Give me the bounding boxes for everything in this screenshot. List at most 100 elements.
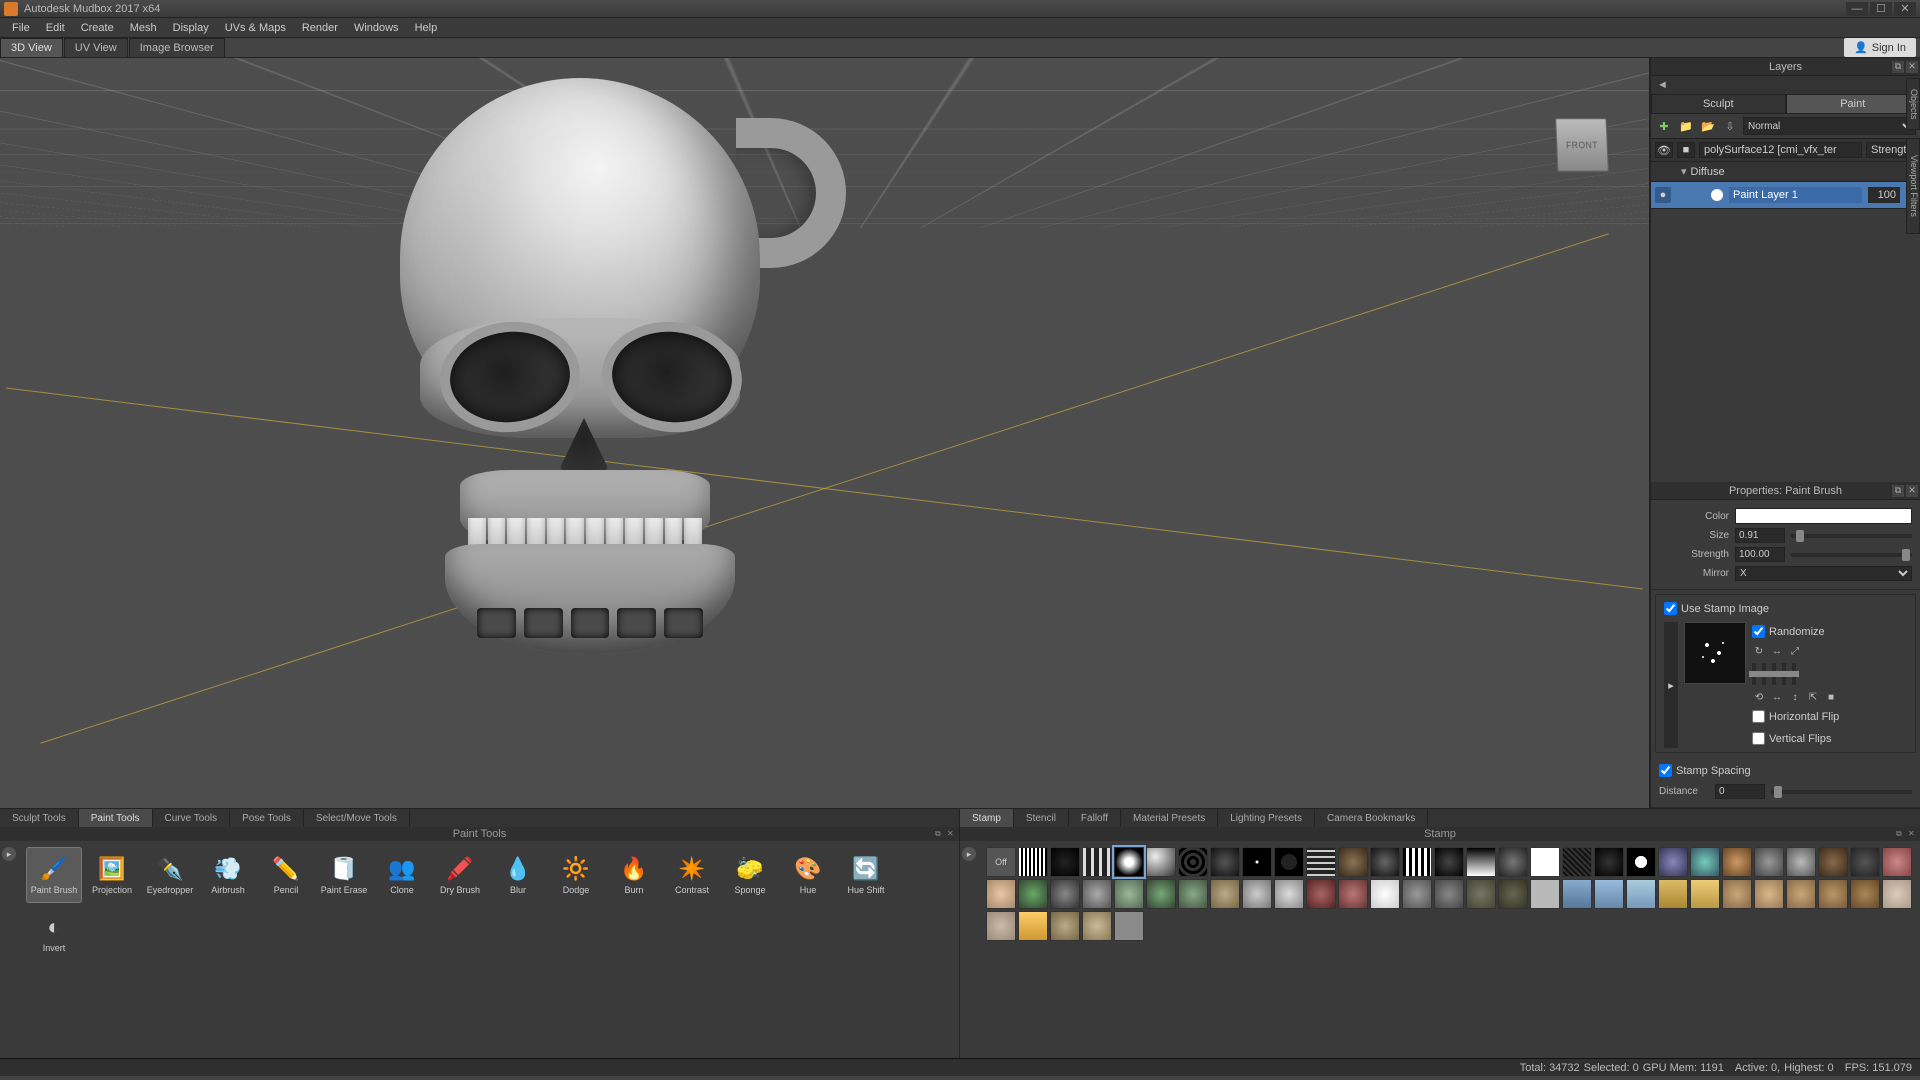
side-tab-objects[interactable]: Objects xyxy=(1906,78,1920,130)
stamp-thumb-14[interactable] xyxy=(1434,847,1464,877)
tab-3d-view[interactable]: 3D View xyxy=(0,38,63,57)
stamp-thumb-55[interactable] xyxy=(1818,879,1848,909)
stamp-thumb-48[interactable] xyxy=(1594,879,1624,909)
stamp-thumb-12[interactable] xyxy=(1370,847,1400,877)
tray-close-icon[interactable]: ✕ xyxy=(947,829,957,839)
size-slider[interactable] xyxy=(1791,534,1912,538)
rotate-icon[interactable]: ↻ xyxy=(1752,644,1766,658)
stamp-thumb-37[interactable] xyxy=(1242,879,1272,909)
mirror-select[interactable]: X xyxy=(1735,566,1912,581)
export-stamp-icon[interactable]: ⇱ xyxy=(1806,690,1820,704)
stamp-thumb-62[interactable] xyxy=(1114,911,1144,941)
stamp-thumb-28[interactable] xyxy=(1882,847,1912,877)
tool-pencil[interactable]: ✏️Pencil xyxy=(258,847,314,903)
menu-mesh[interactable]: Mesh xyxy=(122,20,165,36)
stamp-thumb-16[interactable] xyxy=(1498,847,1528,877)
stamp-thumb-2[interactable] xyxy=(1050,847,1080,877)
stamp-thumb-5[interactable] xyxy=(1146,847,1176,877)
stamp-thumb-32[interactable] xyxy=(1082,879,1112,909)
tab-image-browser[interactable]: Image Browser xyxy=(129,38,225,57)
scale-icon[interactable]: ⤢ xyxy=(1788,644,1802,658)
stamp-thumb-54[interactable] xyxy=(1786,879,1816,909)
viewcube[interactable]: FRONT xyxy=(1555,118,1609,171)
tray-undock-icon[interactable]: ⧉ xyxy=(1896,829,1906,839)
panel-close-icon[interactable]: ✕ xyxy=(1906,485,1918,497)
tab-select-move-tools[interactable]: Select/Move Tools xyxy=(304,809,410,827)
stamp-thumb-9[interactable] xyxy=(1274,847,1304,877)
color-swatch[interactable] xyxy=(1735,508,1912,524)
stamp-thumb-6[interactable] xyxy=(1178,847,1208,877)
distance-input[interactable] xyxy=(1715,784,1765,799)
panel-close-icon[interactable]: ✕ xyxy=(1906,61,1918,73)
size-input[interactable] xyxy=(1735,528,1785,543)
tray-expand-icon[interactable]: ▸ xyxy=(962,847,976,861)
tab-paint-tools[interactable]: Paint Tools xyxy=(79,809,153,827)
menu-file[interactable]: File xyxy=(4,20,38,36)
tab-sculpt-layers[interactable]: Sculpt xyxy=(1651,94,1786,114)
tool-dodge[interactable]: 🔆Dodge xyxy=(548,847,604,903)
tool-airbrush[interactable]: 💨Airbrush xyxy=(200,847,256,903)
strength-input[interactable] xyxy=(1735,547,1785,562)
layer-name[interactable]: Paint Layer 1 xyxy=(1729,187,1862,203)
tab-falloff[interactable]: Falloff xyxy=(1069,809,1121,827)
stamp-thumb-25[interactable] xyxy=(1786,847,1816,877)
stamp-thumb-60[interactable] xyxy=(1050,911,1080,941)
tool-contrast[interactable]: ✴️Contrast xyxy=(664,847,720,903)
tray-undock-icon[interactable]: ⧉ xyxy=(935,829,945,839)
tab-curve-tools[interactable]: Curve Tools xyxy=(153,809,231,827)
stamp-thumb-7[interactable] xyxy=(1210,847,1240,877)
side-tab-viewport-filters[interactable]: Viewport Filters xyxy=(1906,138,1920,234)
stamp-thumb-4[interactable] xyxy=(1114,847,1144,877)
stamp-thumb-8[interactable] xyxy=(1242,847,1272,877)
stamp-thumb-53[interactable] xyxy=(1754,879,1784,909)
menu-uvs-maps[interactable]: UVs & Maps xyxy=(217,20,294,36)
stamp-thumb-34[interactable] xyxy=(1146,879,1176,909)
stamp-thumb-57[interactable] xyxy=(1882,879,1912,909)
tab-stamp[interactable]: Stamp xyxy=(960,809,1014,827)
tool-invert[interactable]: ◐Invert xyxy=(26,905,82,961)
tray-expand-icon[interactable]: ▸ xyxy=(2,847,16,861)
viewport-3d[interactable]: FRONT xyxy=(0,58,1650,808)
stamp-thumb-58[interactable] xyxy=(986,911,1016,941)
stamp-thumb-51[interactable] xyxy=(1690,879,1720,909)
tab-paint-layers[interactable]: Paint xyxy=(1786,94,1920,114)
panel-undock-icon[interactable]: ⧉ xyxy=(1892,485,1904,497)
stamp-thumb-29[interactable] xyxy=(986,879,1016,909)
stamp-thumb-44[interactable] xyxy=(1466,879,1496,909)
menu-create[interactable]: Create xyxy=(73,20,122,36)
panel-undock-icon[interactable]: ⧉ xyxy=(1892,61,1904,73)
maximize-button[interactable]: ☐ xyxy=(1870,2,1892,16)
stamp-thumb-15[interactable] xyxy=(1466,847,1496,877)
stamp-thumb-61[interactable] xyxy=(1082,911,1112,941)
stamp-thumb-50[interactable] xyxy=(1658,879,1688,909)
stamp-thumb-31[interactable] xyxy=(1050,879,1080,909)
tool-dry-brush[interactable]: 🖍️Dry Brush xyxy=(432,847,488,903)
close-button[interactable]: ✕ xyxy=(1894,2,1916,16)
tool-paint-brush[interactable]: 🖌️Paint Brush xyxy=(26,847,82,903)
merge-icon[interactable]: ⇩ xyxy=(1721,117,1739,135)
vflip-checkbox[interactable] xyxy=(1752,732,1765,745)
strength-slider[interactable] xyxy=(1791,553,1912,557)
stamp-thumb-36[interactable] xyxy=(1210,879,1240,909)
stamp-spacing-checkbox[interactable] xyxy=(1659,764,1672,777)
stamp-thumb-43[interactable] xyxy=(1434,879,1464,909)
randomize-checkbox[interactable] xyxy=(1752,625,1765,638)
stamp-thumb-17[interactable] xyxy=(1530,847,1560,877)
menu-edit[interactable]: Edit xyxy=(38,20,73,36)
stamp-off-button[interactable]: Off xyxy=(986,847,1016,877)
tool-paint-erase[interactable]: 🧻Paint Erase xyxy=(316,847,372,903)
tab-material-presets[interactable]: Material Presets xyxy=(1121,809,1218,827)
stamp-expand-icon[interactable]: ▸ xyxy=(1664,622,1678,748)
stamp-preview[interactable] xyxy=(1684,622,1746,684)
stamp-thumb-42[interactable] xyxy=(1402,879,1432,909)
stamp-thumb-21[interactable] xyxy=(1658,847,1688,877)
menu-windows[interactable]: Windows xyxy=(346,20,407,36)
blend-mode-select[interactable]: Normal xyxy=(1743,117,1916,135)
tool-eyedropper[interactable]: ✒️Eyedropper xyxy=(142,847,198,903)
stamp-thumb-1[interactable] xyxy=(1018,847,1048,877)
tool-sponge[interactable]: 🧽Sponge xyxy=(722,847,778,903)
stamp-thumb-49[interactable] xyxy=(1626,879,1656,909)
stamp-thumb-19[interactable] xyxy=(1594,847,1624,877)
tool-burn[interactable]: 🔥Burn xyxy=(606,847,662,903)
minimize-button[interactable]: — xyxy=(1846,2,1868,16)
